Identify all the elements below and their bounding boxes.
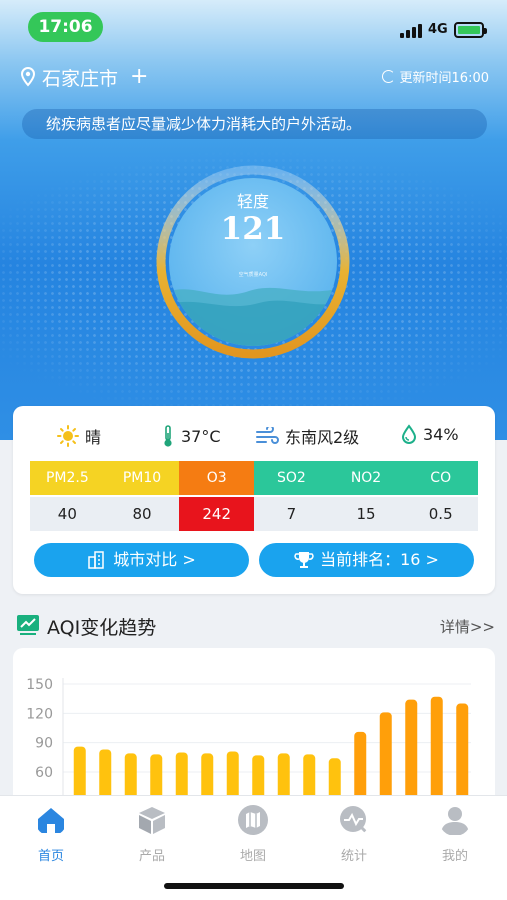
humidity-label: 34% bbox=[423, 424, 459, 444]
refresh-icon bbox=[381, 70, 395, 83]
y-tick-label: 120 bbox=[26, 706, 53, 722]
pollutant-value-pm10: 80 bbox=[132, 505, 152, 523]
health-advice-banner: 统疾病患者应尽量减少体力消耗大的户外活动。 bbox=[22, 109, 487, 139]
home-icon bbox=[38, 808, 64, 833]
aqi-value: 121 bbox=[220, 211, 286, 247]
water-drop-icon bbox=[401, 424, 417, 444]
pollutant-value-row: 40 80 242 7 15 0.5 bbox=[30, 497, 478, 531]
tab-products[interactable]: 产品 bbox=[122, 804, 182, 864]
profile-icon bbox=[441, 807, 469, 835]
sun-icon bbox=[57, 425, 79, 447]
tab-map[interactable]: 地图 bbox=[223, 804, 283, 864]
wind-label: 东南风2级 bbox=[285, 428, 360, 447]
signal-icon bbox=[400, 24, 422, 38]
weather-condition: 晴 bbox=[57, 424, 101, 448]
tab-profile-label: 我的 bbox=[441, 849, 468, 864]
hero-banner: 17:06 4G 石家庄市 + 更新时间16:00 统疾病患者应尽量减少体力消耗… bbox=[0, 0, 507, 440]
update-time: 更新时间16:00 bbox=[381, 67, 489, 86]
pollutant-value-so2: 7 bbox=[286, 505, 297, 523]
y-tick-label: 150 bbox=[26, 677, 53, 693]
tab-products-label: 产品 bbox=[138, 849, 165, 864]
pollutant-header-so2: SO2 bbox=[254, 461, 329, 495]
aqi-trend-chart: 150 120 90 60 bbox=[13, 648, 495, 818]
pollutant-value-o3: 242 bbox=[179, 497, 255, 531]
wind: 东南风2级 bbox=[255, 424, 359, 448]
weather-card: 晴 37°C 东南风2级 34% PM2.5 PM10 O3 SO2 NO2 C… bbox=[13, 406, 495, 594]
battery-icon bbox=[454, 22, 487, 38]
aqi-level: 轻度 bbox=[236, 192, 269, 211]
y-tick-label: 60 bbox=[35, 765, 53, 781]
weather-condition-label: 晴 bbox=[85, 428, 102, 447]
pollutant-value-no2: 15 bbox=[356, 505, 376, 523]
pollutant-header-pm10: PM10 bbox=[104, 461, 180, 495]
pollutant-header-o3: O3 bbox=[179, 461, 255, 495]
pollutant-value-co: 0.5 bbox=[428, 505, 453, 523]
temperature-label: 37°C bbox=[181, 426, 221, 446]
tab-home[interactable]: 首页 bbox=[21, 804, 81, 864]
ranking-label: 当前排名：16 > bbox=[320, 550, 439, 569]
add-city-button[interactable]: + bbox=[130, 66, 148, 88]
status-time: 17:06 bbox=[28, 12, 103, 42]
box-icon bbox=[139, 807, 165, 834]
tab-home-label: 首页 bbox=[37, 849, 64, 864]
city-selector[interactable]: 石家庄市 + bbox=[20, 64, 148, 90]
home-indicator[interactable] bbox=[164, 883, 344, 889]
ranking-button[interactable]: 当前排名：16 > bbox=[259, 543, 474, 577]
map-icon bbox=[238, 805, 268, 835]
city-compare-button[interactable]: 城市对比 > bbox=[34, 543, 249, 577]
y-tick-label: 90 bbox=[35, 736, 53, 752]
temperature: 37°C bbox=[161, 424, 221, 448]
tab-profile[interactable]: 我的 bbox=[425, 804, 485, 864]
pollutant-header-row: PM2.5 PM10 O3 SO2 NO2 CO bbox=[30, 461, 479, 495]
status-bar: 17:06 4G bbox=[0, 0, 507, 52]
trophy-icon bbox=[294, 552, 314, 568]
location-pin-icon bbox=[20, 67, 36, 87]
pollutant-table: PM2.5 PM10 O3 SO2 NO2 CO 40 80 242 7 15 0.5 bbox=[30, 461, 479, 531]
stats-icon bbox=[340, 806, 370, 836]
city-name: 石家庄市 bbox=[42, 67, 119, 90]
trend-details-link[interactable]: 详情>> bbox=[440, 616, 495, 637]
tab-statistics-label: 统计 bbox=[340, 849, 367, 864]
pollutant-header-co: CO bbox=[403, 461, 479, 495]
tab-map-label: 地图 bbox=[239, 849, 266, 864]
aqi-bar-chart: 150 120 90 60 bbox=[26, 677, 471, 818]
trend-header: AQI变化趋势 详情>> bbox=[16, 612, 495, 640]
network-label: 4G bbox=[428, 22, 448, 37]
update-time-label: 更新时间16:00 bbox=[399, 71, 489, 86]
pollutant-value-pm25: 40 bbox=[57, 505, 77, 523]
pollutant-header-no2: NO2 bbox=[328, 461, 404, 495]
building-icon bbox=[88, 551, 104, 569]
city-compare-label: 城市对比 > bbox=[113, 550, 196, 569]
tab-statistics[interactable]: 统计 bbox=[324, 804, 384, 864]
trend-title: AQI变化趋势 bbox=[47, 617, 157, 639]
wind-icon bbox=[256, 427, 279, 444]
pollutant-header-pm25: PM2.5 bbox=[30, 461, 105, 495]
weather-summary: 晴 37°C 东南风2级 34% bbox=[13, 424, 495, 450]
aqi-gauge[interactable]: 轻度 121 空气质量AQI bbox=[154, 163, 352, 361]
thermometer-icon bbox=[164, 425, 172, 447]
humidity: 34% bbox=[401, 424, 459, 444]
trend-chart-icon bbox=[17, 615, 39, 635]
aqi-sublabel: 空气质量AQI bbox=[238, 272, 268, 278]
